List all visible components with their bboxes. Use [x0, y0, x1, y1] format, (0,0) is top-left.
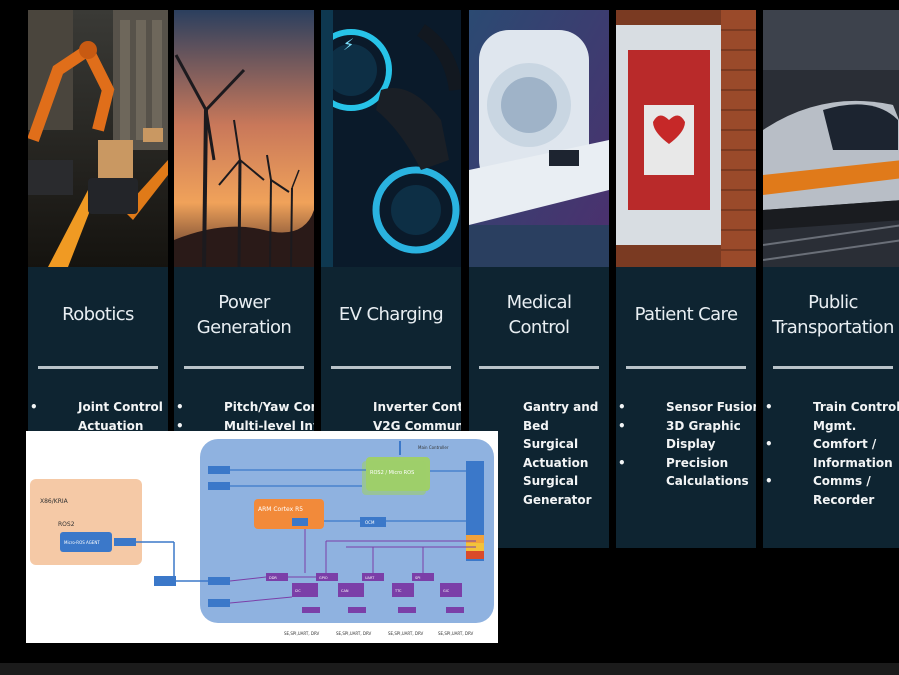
defibrillator-photo — [616, 10, 756, 267]
io-label: SE,SPI,UART, DRV — [388, 631, 424, 636]
micro-ros-agent-label: Micro-ROS AGENT — [64, 540, 100, 545]
bullet-item: Comfort / — [765, 435, 899, 454]
column-title: Patient Care — [634, 304, 738, 325]
bullet-item: Mgmt. — [813, 418, 857, 433]
bullet-list: Pitch/Yaw Control Multi-level Inverter — [176, 398, 314, 435]
title-divider — [773, 366, 893, 369]
svg-text:OCM: OCM — [365, 520, 375, 525]
wind-turbine-photo — [174, 10, 314, 267]
robotics-photo — [28, 10, 168, 267]
svg-text:⚡: ⚡ — [343, 35, 354, 54]
host-port — [114, 538, 136, 546]
bottom-bar — [0, 663, 899, 675]
svg-text:GIC: GIC — [443, 589, 450, 593]
ev-charger-photo: ⚡ — [321, 10, 461, 267]
arm-title: ARM Cortex R5 — [258, 506, 303, 513]
column-public-transportation: PublicTransportation Train Control Mgmt.… — [763, 10, 899, 548]
svg-text:DDR: DDR — [269, 576, 277, 580]
arm-cortex-box — [254, 499, 324, 529]
bullet-item: Train Control — [765, 398, 899, 417]
column-title: Public Transportation — [772, 291, 894, 338]
title-divider — [626, 366, 746, 369]
io-label: SE,SPI,UART, DRV — [336, 631, 372, 636]
bullet-item: Pitch/Yaw Control — [176, 398, 314, 417]
bullet-item: Sensor Fusion — [618, 398, 756, 417]
bullet-item: Gantry and — [523, 400, 599, 414]
mri-scanner-photo — [469, 10, 609, 267]
bullet-item: Comms / — [765, 472, 899, 491]
svg-text:I2C: I2C — [295, 589, 301, 593]
svg-text:SPI: SPI — [415, 576, 420, 580]
svg-text:UART: UART — [365, 576, 375, 580]
svg-text:CAN: CAN — [341, 589, 349, 593]
host-box — [30, 479, 142, 565]
main-controller-label: Main Controller — [418, 445, 449, 450]
host-title: X86/KRIA — [40, 498, 69, 505]
bullet-item: Recorder — [813, 492, 875, 507]
column-title: Power Generation — [196, 291, 292, 338]
train-photo — [763, 10, 899, 267]
title-divider — [479, 366, 599, 369]
column-title: Robotics — [62, 304, 134, 325]
ros-node-label: ROS2 / Micro ROS — [370, 470, 414, 476]
svg-text:TTC: TTC — [394, 589, 402, 593]
column-patient-care: Patient Care Sensor Fusion 3D Graphic Di… — [616, 10, 756, 548]
column-title: Medical Control — [506, 291, 572, 338]
bullet-list: Inverter Control • V2G Communication — [323, 398, 461, 435]
bullet-item: Display — [666, 437, 716, 451]
host-os: ROS2 — [58, 521, 75, 528]
io-label: SE,SPI,UART, DRV — [284, 631, 320, 636]
bullet-list: Sensor Fusion 3D Graphic Display Precisi… — [618, 398, 756, 491]
bullet-list: Train Control Mgmt. Comfort / Informatio… — [765, 398, 899, 509]
switch-box — [154, 576, 176, 586]
bullet-list: Joint Control Actuation — [30, 398, 168, 435]
bullet-item: 3D Graphic — [618, 417, 756, 436]
system-block-diagram: X86/KRIA ROS2 Micro-ROS AGENT ARM Cortex… — [26, 431, 498, 643]
bullet-item: Joint Control — [30, 398, 168, 417]
title-divider — [38, 366, 158, 369]
svg-text:GPIO: GPIO — [319, 576, 328, 580]
bullet-item: Inverter Control • — [373, 400, 461, 414]
bullet-item: Precision — [618, 454, 756, 473]
bullet-item: Information — [813, 455, 893, 470]
bullet-item: Calculations — [666, 474, 749, 488]
title-divider — [184, 366, 304, 369]
title-divider — [331, 366, 451, 369]
io-label: SE,SPI,UART, DRV — [438, 631, 474, 636]
column-title: EV Charging — [338, 304, 444, 325]
